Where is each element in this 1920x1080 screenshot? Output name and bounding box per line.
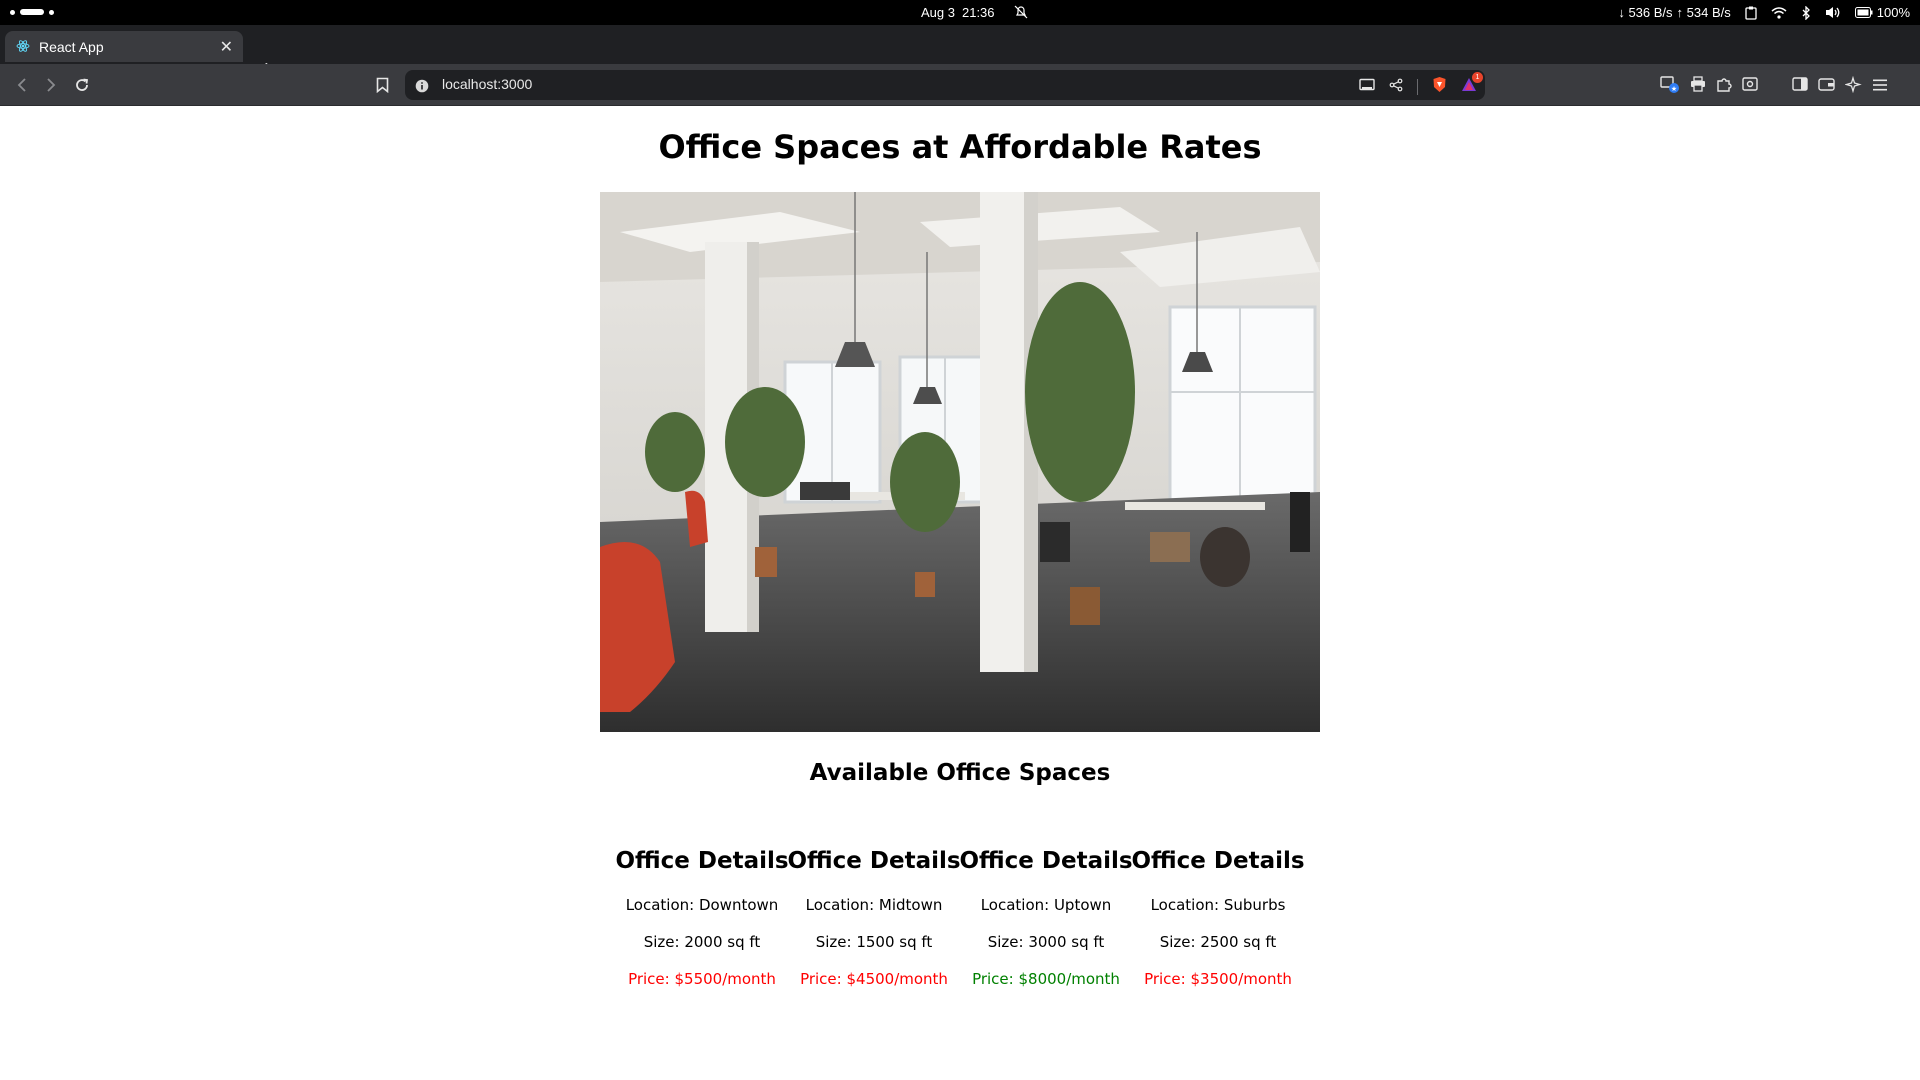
office-heading: Office Details: [959, 848, 1133, 874]
office-list: Office Details Location: Downtown Size: …: [615, 848, 1304, 988]
notifications-off-icon[interactable]: [1014, 5, 1028, 22]
section-title: Available Office Spaces: [809, 760, 1111, 786]
tab-strip: React App ✕ +: [0, 25, 1920, 81]
office-size: Size: 2000 sq ft: [643, 933, 761, 951]
date-label: Aug 3: [921, 5, 955, 20]
time-label: 21:36: [961, 5, 995, 20]
brave-shields-icon[interactable]: [1432, 76, 1447, 97]
menu-icon[interactable]: [1872, 77, 1888, 96]
office-hero-image: [600, 192, 1320, 732]
office-location: Location: Downtown: [625, 896, 779, 914]
battery-indicator[interactable]: 100%: [1854, 5, 1910, 20]
office-price: Price: $3500/month: [1144, 970, 1292, 988]
tab-title: React App: [39, 39, 104, 55]
office-heading: Office Details: [615, 848, 789, 874]
system-top-bar: Aug 3 21:36 ↓ 536 B/s ↑ 534 B/s 100%: [0, 0, 1920, 25]
cast-icon[interactable]: [1359, 77, 1375, 96]
office-card: Office Details Location: Downtown Size: …: [615, 848, 788, 988]
clock[interactable]: Aug 3 21:36: [921, 5, 995, 20]
browser-toolbar: 1 ★: [0, 64, 1920, 106]
reload-button[interactable]: [72, 75, 92, 95]
bluetooth-icon[interactable]: [1801, 5, 1811, 20]
office-location: Location: Suburbs: [1150, 896, 1286, 914]
reload-icon: [76, 78, 89, 91]
page-title: Office Spaces at Affordable Rates: [658, 128, 1262, 166]
url-input[interactable]: [442, 76, 842, 92]
address-bar[interactable]: 1: [405, 70, 1485, 100]
download-speed: ↓ 536 B/s: [1618, 5, 1673, 20]
office-card: Office Details Location: Midtown Size: 1…: [787, 848, 960, 988]
active-workspace-pill: [20, 9, 44, 15]
wifi-icon[interactable]: [1771, 6, 1787, 19]
svg-text:★: ★: [1671, 85, 1677, 93]
clipboard-icon[interactable]: [1745, 6, 1757, 20]
forward-button[interactable]: [41, 75, 61, 95]
leo-ai-icon[interactable]: [1844, 75, 1862, 97]
extensions-puzzle-icon[interactable]: [1716, 76, 1732, 96]
system-tray[interactable]: ↓ 536 B/s ↑ 534 B/s 100%: [1618, 5, 1910, 20]
network-speed: ↓ 536 B/s ↑ 534 B/s: [1618, 5, 1730, 20]
close-tab-icon[interactable]: ✕: [220, 37, 233, 57]
office-size: Size: 1500 sq ft: [815, 933, 933, 951]
bookmark-icon: [376, 77, 388, 93]
volume-icon[interactable]: [1825, 6, 1841, 19]
office-size: Size: 3000 sq ft: [987, 933, 1105, 951]
rewards-badge: 1: [1472, 72, 1483, 83]
office-location: Location: Uptown: [980, 896, 1112, 914]
bookmark-button[interactable]: [372, 75, 392, 95]
office-price: Price: $8000/month: [972, 970, 1120, 988]
office-card: Office Details Location: Uptown Size: 30…: [959, 848, 1132, 988]
sidebar-toggle-icon[interactable]: [1792, 76, 1808, 96]
office-card: Office Details Location: Suburbs Size: 2…: [1131, 848, 1304, 988]
battery-icon: [1854, 7, 1873, 18]
office-heading: Office Details: [787, 848, 961, 874]
forward-arrow-icon: [47, 78, 56, 92]
workspace-dot: [10, 9, 15, 15]
printer-extension-icon[interactable]: [1690, 76, 1706, 96]
page-content: Office Spaces at Affordable Rates Availa…: [0, 106, 1920, 1080]
upload-speed: ↑ 534 B/s: [1676, 5, 1731, 20]
brave-rewards-icon[interactable]: 1: [1461, 72, 1483, 96]
wallet-icon[interactable]: [1818, 77, 1835, 96]
battery-percent: 100%: [1876, 5, 1910, 20]
share-icon[interactable]: [1389, 77, 1403, 96]
office-size: Size: 2500 sq ft: [1159, 933, 1277, 951]
react-logo-icon: [16, 40, 30, 52]
workspace-dot: [49, 9, 54, 15]
screenshot-icon[interactable]: [1742, 76, 1758, 96]
back-button[interactable]: [12, 75, 32, 95]
office-price: Price: $4500/month: [800, 970, 948, 988]
office-location: Location: Midtown: [805, 896, 943, 914]
office-heading: Office Details: [1131, 848, 1305, 874]
translate-extension-icon[interactable]: ★: [1660, 75, 1680, 97]
workspace-indicator[interactable]: [10, 9, 54, 15]
extensions-area: ★: [1660, 75, 1888, 97]
site-info-icon[interactable]: [415, 78, 429, 97]
office-price: Price: $5500/month: [628, 970, 776, 988]
back-arrow-icon: [17, 78, 26, 92]
tab-react-app[interactable]: React App ✕: [5, 31, 243, 62]
divider: [1417, 78, 1418, 95]
